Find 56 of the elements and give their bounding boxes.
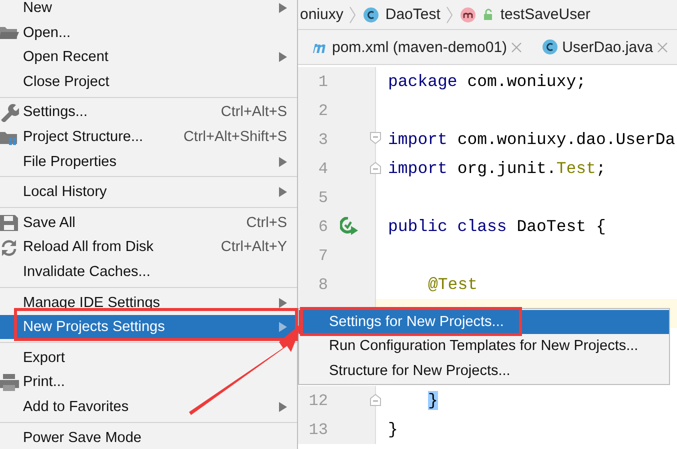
code-line: public class DaoTest { — [388, 217, 606, 236]
chevron-icon — [446, 6, 454, 24]
fold-icon[interactable] — [370, 161, 381, 174]
line-number: 4 — [317, 160, 328, 178]
editor-tab[interactable]: pom.xml (maven-demo01) — [308, 30, 526, 64]
line-number: 13 — [308, 420, 328, 438]
line-number: 7 — [317, 246, 328, 264]
menu-item[interactable]: Print... — [0, 370, 297, 395]
method-icon — [460, 6, 476, 22]
menu-item[interactable]: New Projects Settings — [0, 314, 297, 340]
line-number: 2 — [317, 102, 328, 120]
menu-item[interactable]: Export — [0, 345, 297, 370]
printer-icon — [0, 373, 19, 392]
menu-item[interactable]: Project Structure... Ctrl+Alt+Shift+S — [0, 124, 297, 150]
lock-icon — [482, 8, 494, 21]
close-icon — [511, 42, 522, 52]
class-icon — [363, 6, 380, 22]
menu-item[interactable]: Power Save Mode — [0, 425, 297, 449]
menu-item[interactable]: Save All Ctrl+S — [0, 210, 297, 236]
breadcrumb-item[interactable]: DaoTest — [385, 6, 440, 23]
menu-item[interactable]: Run Configuration Templates for New Projects... — [299, 334, 669, 359]
fold-icon[interactable] — [370, 393, 381, 406]
line-number: 5 — [317, 188, 328, 206]
reload-icon — [0, 238, 19, 258]
code-line: @Test — [427, 275, 478, 294]
menu-item[interactable]: Close Project — [0, 69, 297, 94]
code-line: import com.woniuxy.dao.UserDa — [388, 130, 676, 149]
fold-icon[interactable] — [370, 132, 381, 145]
line-number: 1 — [317, 72, 328, 90]
menu-item[interactable]: Settings for New Projects... — [299, 310, 669, 334]
editor-tab[interactable]: UserDao.java — [538, 30, 672, 64]
menu-item[interactable]: Add to Favorites — [0, 394, 297, 420]
class-icon — [542, 39, 558, 55]
close-icon — [656, 42, 668, 52]
menu-item[interactable]: New — [0, 0, 297, 20]
menu-item[interactable]: Local History — [0, 180, 297, 204]
chevron-icon — [349, 6, 358, 24]
wrench-icon — [0, 103, 19, 122]
menu-item[interactable]: Open... — [0, 20, 297, 45]
menu-item[interactable]: Structure for New Projects... — [299, 358, 669, 384]
menu-item[interactable]: Invalidate Caches... — [0, 260, 297, 284]
line-number: 6 — [317, 218, 328, 236]
menu-item[interactable]: File Properties — [0, 149, 297, 174]
line-number: 12 — [308, 392, 328, 410]
menu-item[interactable]: Settings... Ctrl+Alt+S — [0, 100, 297, 125]
line-number: 3 — [317, 130, 328, 148]
breadcrumb-item[interactable]: testSaveUser — [500, 6, 590, 23]
menu-item[interactable]: Manage IDE Settings — [0, 290, 297, 315]
line-number: 8 — [317, 276, 328, 294]
menu-item[interactable]: Open Recent — [0, 44, 297, 70]
menu-item[interactable]: Reload All from Disk Ctrl+Alt+Y — [0, 235, 297, 260]
code-line: import org.junit.Test; — [388, 159, 606, 178]
code-line: } — [388, 420, 398, 439]
breadcrumb-item[interactable]: oniuxy — [300, 6, 344, 23]
code-line: package com.woniuxy; — [388, 72, 586, 91]
run-icon[interactable] — [340, 217, 359, 236]
